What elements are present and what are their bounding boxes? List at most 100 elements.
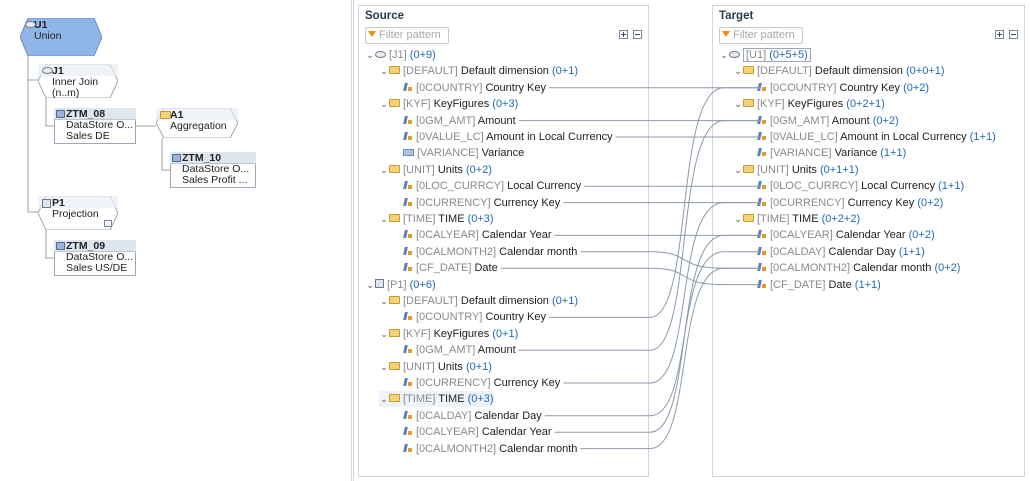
filter-icon: [722, 31, 730, 37]
expand-all-icon[interactable]: [619, 30, 628, 39]
source-tree-row[interactable]: [VARIANCE] Variance: [393, 145, 524, 161]
expand-chevron-icon[interactable]: ⌄: [379, 293, 389, 309]
target-tree-row[interactable]: ⌄ [DEFAULT] Default dimension (0+0+1): [733, 63, 945, 79]
technical-name: [0CURRENCY]: [416, 377, 491, 389]
expand-chevron-icon[interactable]: ⌄: [365, 277, 375, 293]
source-tree-row[interactable]: [0COUNTRY] Country Key: [393, 80, 546, 96]
technical-name: [U1]: [746, 49, 767, 61]
expand-chevron-icon[interactable]: ⌄: [379, 391, 389, 407]
folder-icon: [743, 164, 754, 173]
expand-chevron-icon[interactable]: ⌄: [719, 47, 729, 63]
node-ztm09[interactable]: ZTM_09 DataStore O... Sales US/DE: [54, 240, 136, 276]
source-tree-row[interactable]: [0COUNTRY] Country Key: [393, 309, 546, 325]
target-tree-row[interactable]: ⌄ [KYF] KeyFigures (0+2+1): [733, 96, 885, 112]
target-filter-input[interactable]: Filter pattern: [719, 27, 803, 44]
view-icon: [375, 50, 386, 58]
collapse-all-icon[interactable]: [1009, 30, 1018, 39]
source-row-label: [UNIT] Units (0+1): [403, 361, 492, 373]
mapping-count: (0+5+5): [769, 49, 808, 61]
source-tree-row[interactable]: ⌄ [KYF] KeyFigures (0+3): [379, 96, 518, 112]
source-filter-input[interactable]: Filter pattern: [365, 27, 449, 44]
technical-name: [DEFAULT]: [757, 65, 812, 78]
target-tree-row[interactable]: ⌄ [TIME] TIME (0+2+2): [733, 211, 860, 227]
description: KeyFigures: [787, 98, 844, 111]
folder-icon: [743, 214, 754, 223]
target-tree-row[interactable]: [0COUNTRY] Country Key (0+2): [747, 80, 929, 96]
source-tree-row[interactable]: ⌄ [UNIT] Units (0+1): [379, 359, 492, 375]
expand-chevron-icon[interactable]: ⌄: [379, 326, 389, 342]
mapping-count: (0+3): [492, 98, 519, 111]
description: Date: [474, 262, 498, 275]
expand-chevron-icon[interactable]: ⌄: [733, 211, 743, 227]
node-u1[interactable]: U1 Union: [20, 18, 102, 56]
mapping-count: (0+0+1): [906, 65, 945, 78]
expand-chevron-icon[interactable]: ⌄: [379, 63, 389, 79]
target-tree-row[interactable]: ⌄ [UNIT] Units (0+1+1): [733, 162, 858, 178]
attr-icon: [403, 377, 413, 387]
source-tree-row[interactable]: ⌄ [DEFAULT] Default dimension (0+1): [379, 293, 578, 309]
technical-name: [VARIANCE]: [770, 147, 832, 160]
target-tree-row[interactable]: [0VALUE_LC] Amount in Local Currency (1+…: [747, 129, 996, 145]
expand-chevron-icon[interactable]: ⌄: [733, 96, 743, 112]
target-tree-row[interactable]: [CF_DATE] Date (1+1): [747, 277, 881, 293]
source-tree-row[interactable]: [0CURRENCY] Currency Key: [393, 375, 560, 391]
source-tree-row[interactable]: [0CALMONTH2] Calendar month: [393, 244, 577, 260]
diagram-connector: [45, 230, 54, 259]
node-subtitle: Projection: [52, 208, 99, 220]
node-ztm10[interactable]: ZTM_10 DataStore O... Sales Profit ...: [170, 152, 256, 188]
source-tree-row[interactable]: ⌄ [J1] (0+9): [365, 47, 436, 63]
target-tree-row[interactable]: ⌄ [U1] (0+5+5): [719, 47, 811, 63]
source-tree-row[interactable]: [0LOC_CURRCY] Local Currency: [393, 178, 581, 194]
union-node-icon: [25, 21, 36, 28]
expand-all-icon[interactable]: [995, 30, 1004, 39]
description: Country Key: [839, 81, 901, 94]
source-tree-row[interactable]: ⌄ [P1] (0+6): [365, 277, 435, 293]
technical-name: [DEFAULT]: [403, 65, 458, 78]
target-tree-row[interactable]: [0GM_AMT] Amount (0+2): [747, 113, 899, 129]
technical-name: [0CALMONTH2]: [416, 245, 497, 258]
collapse-all-icon[interactable]: [633, 30, 642, 39]
attr-icon: [403, 443, 413, 453]
source-row-label: [0VALUE_LC] Amount in Local Currency: [416, 131, 613, 143]
source-row-label: [0GM_AMT] Amount: [416, 344, 516, 356]
mapping-count: (0+2): [872, 114, 899, 127]
source-tree-row[interactable]: ⌄ [UNIT] Units (0+2): [379, 162, 492, 178]
source-tree-row[interactable]: [0CALYEAR] Calendar Year: [393, 424, 552, 440]
node-j1[interactable]: J1 Inner Join (n..m): [38, 64, 118, 99]
expand-chevron-icon[interactable]: ⌄: [733, 63, 743, 79]
node-ztm08[interactable]: ZTM_08 DataStore O... Sales DE: [54, 108, 136, 144]
source-tree-row[interactable]: [CF_DATE] Date: [393, 260, 498, 276]
mapping-count: (0+2): [917, 196, 944, 209]
source-tree-row[interactable]: [0VALUE_LC] Amount in Local Currency: [393, 129, 613, 145]
source-tree-row[interactable]: [0CALMONTH2] Calendar month: [393, 441, 577, 457]
node-a1[interactable]: A1 Aggregation: [156, 108, 238, 138]
calculation-view-diagram: U1 Union J1 Inner Join (n..m) ZTM_08 DataStore…: [0, 0, 352, 481]
expand-chevron-icon[interactable]: ⌄: [379, 96, 389, 112]
node-p1[interactable]: P1 Projection: [38, 196, 118, 230]
mapping-count: (1+1): [854, 278, 881, 291]
target-tree-row[interactable]: [0CURRENCY] Currency Key (0+2): [747, 195, 943, 211]
source-tree-row[interactable]: ⌄ [TIME] TIME (0+3): [379, 211, 493, 227]
source-tree-row[interactable]: [0CALYEAR] Calendar Year: [393, 227, 552, 243]
expand-chevron-icon[interactable]: ⌄: [379, 162, 389, 178]
expand-chevron-icon[interactable]: ⌄: [379, 359, 389, 375]
expand-chevron-icon[interactable]: ⌄: [379, 211, 389, 227]
target-tree-row[interactable]: [0LOC_CURRCY] Local Currency (1+1): [747, 178, 964, 194]
proj-icon: [375, 279, 384, 289]
expand-chevron-icon[interactable]: ⌄: [733, 162, 743, 178]
target-tree-row[interactable]: [0CALMONTH2] Calendar month (0+2): [747, 260, 960, 276]
source-tree-row[interactable]: [0CURRENCY] Currency Key: [393, 195, 560, 211]
source-row-label: [KYF] KeyFigures (0+3): [403, 98, 518, 110]
source-tree-row[interactable]: ⌄ [TIME] TIME (0+3): [379, 391, 494, 408]
source-row-label: [VARIANCE] Variance: [417, 147, 524, 159]
source-tree-row[interactable]: [0CALDAY] Calendar Day: [393, 408, 542, 424]
target-tree-row[interactable]: [0CALDAY] Calendar Day (1+1): [747, 244, 925, 260]
target-tree-row[interactable]: [VARIANCE] Variance (1+1): [747, 145, 906, 161]
mapping-count: (0+2): [465, 163, 492, 176]
expand-chevron-icon[interactable]: ⌄: [365, 47, 375, 63]
source-tree-row[interactable]: [0GM_AMT] Amount: [393, 113, 516, 129]
source-tree-row[interactable]: [0GM_AMT] Amount: [393, 342, 516, 358]
source-tree-row[interactable]: ⌄ [KYF] KeyFigures (0+1): [379, 326, 518, 342]
source-tree-row[interactable]: ⌄ [DEFAULT] Default dimension (0+1): [379, 63, 578, 79]
target-tree-row[interactable]: [0CALYEAR] Calendar Year (0+2): [747, 227, 935, 243]
